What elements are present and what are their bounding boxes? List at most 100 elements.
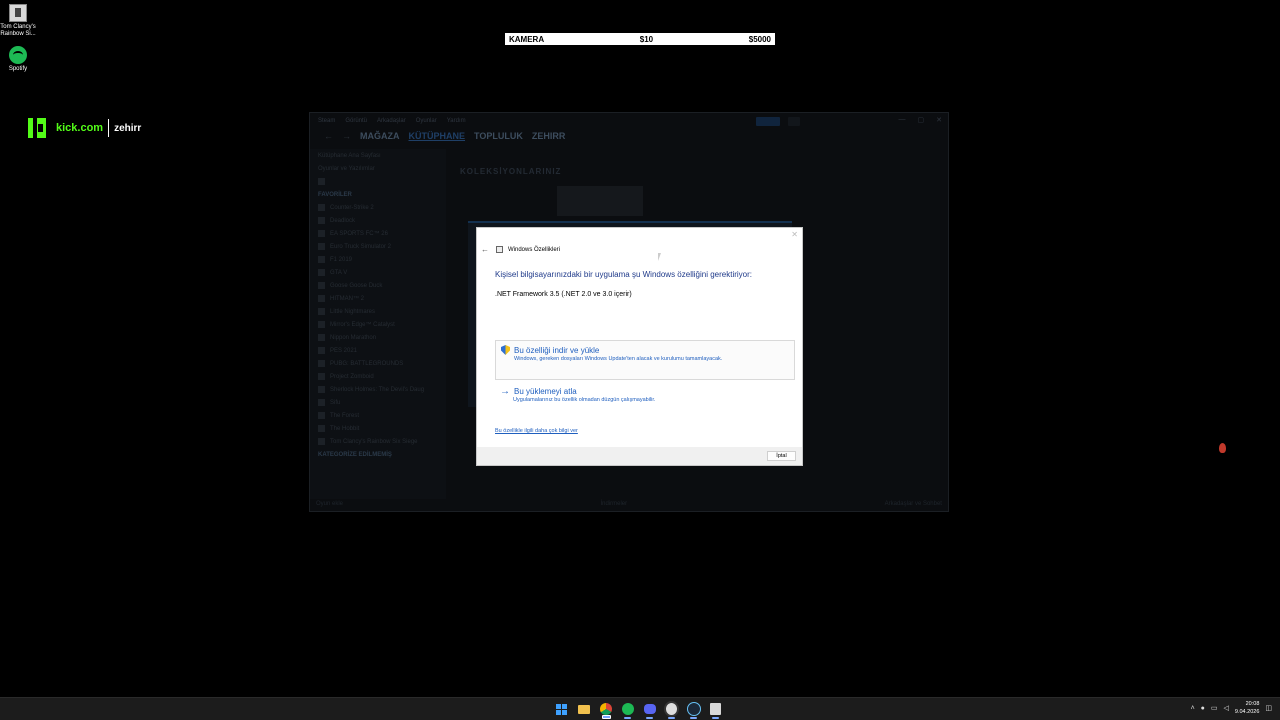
back-arrow-icon[interactable]: ← [324,131,333,141]
minimize-icon[interactable]: — [899,116,906,124]
library-search[interactable] [310,175,446,188]
library-game-item[interactable]: Goose Goose Duck [310,279,446,292]
steam-navbar: ← → MAĞAZA KÜTÜPHANE TOPLULUK ZEHIRR [310,128,948,144]
game-title: The Forest [330,412,360,419]
more-info-link[interactable]: Bu özellikle ilgili daha çok bilgi ver [495,428,578,434]
game-cover-image[interactable] [557,186,643,216]
desktop-shortcut-rainbow-six[interactable]: Tom Clancy's Rainbow Si... [0,4,38,38]
steam-icon[interactable] [686,701,701,719]
nav-store[interactable]: MAĞAZA [360,131,400,141]
steam-menu-item[interactable]: Yardım [447,118,466,124]
game-title: Little Nightmares [330,308,376,315]
close-icon[interactable]: ✕ [936,116,942,124]
game-title: PUBG: BATTLEGROUNDS [330,360,404,367]
taskbar-pinned-apps [554,701,723,719]
library-game-item[interactable]: Sherlock Holmes: The Devil's Daug [310,383,446,396]
notification-icon[interactable]: ◫ [1265,704,1272,712]
library-game-item[interactable]: HITMAN™ 2 [310,292,446,305]
rainbow-six-icon[interactable] [708,701,723,719]
library-game-item[interactable]: Euro Truck Simulator 2 [310,240,446,253]
collections-title: KOLEKSİYONLARINIZ [460,167,562,176]
clock-date: 9.04.2026 [1234,709,1260,715]
required-feature-name: .NET Framework 3.5 (.NET 2.0 ve 3.0 içer… [495,291,632,298]
obs-icon[interactable] [664,701,679,719]
downloads-button[interactable]: İndirmeler [600,501,627,507]
game-icon [318,386,325,393]
game-title: HITMAN™ 2 [330,295,365,302]
game-title: EA SPORTS FC™ 26 [330,230,388,237]
steam-library-sidebar: Kütüphane Ana Sayfası Oyunlar ve Yazılım… [310,149,446,499]
camera-price-low: $10 [639,34,654,44]
library-game-item[interactable]: Nippon Marathon [310,331,446,344]
library-game-item[interactable]: Tom Clancy's Rainbow Six Siege [310,435,446,448]
discord-icon[interactable] [642,701,657,719]
clock[interactable]: 20:08 9.04.2026 [1235,700,1259,716]
network-icon[interactable]: ▭ [1211,704,1218,712]
game-icon [318,438,325,445]
game-icon [318,269,325,276]
dialog-header: ← Windows Özellikleri [481,245,560,254]
taskbar: ˄ ● ▭ ◁ 20:08 9.04.2026 ◫ [0,697,1280,720]
steam-friends-button[interactable] [788,117,800,126]
steam-bottom-bar: Oyun ekle İndirmeler Arkadaşlar ve Sohbe… [310,497,948,511]
library-game-item[interactable]: PES 2021 [310,344,446,357]
steam-window-controls: — ▢ ✕ [899,116,943,124]
library-game-item[interactable]: Mirror's Edge™ Catalyst [310,318,446,331]
steam-menubar: Steam Görüntü Arkadaşlar Oyunlar Yardım [310,113,948,128]
add-game-button[interactable]: Oyun ekle [316,501,343,507]
friends-chat-button[interactable]: Arkadaşlar ve Sohbet [885,501,942,507]
desktop-shortcut-spotify[interactable]: Spotify [0,46,38,73]
steam-menu-item[interactable]: Arkadaşlar [377,118,406,124]
game-icon [318,425,325,432]
back-arrow-icon[interactable]: ← [481,245,489,254]
library-game-item[interactable]: GTA V [310,266,446,279]
chrome-icon[interactable] [598,701,613,719]
library-game-item[interactable]: Counter-Strike 2 [310,201,446,214]
skip-install-option[interactable]: → Bu yüklemeyi atla Uygulamalarınız bu ö… [495,383,795,407]
library-home-link[interactable]: Kütüphane Ana Sayfası [310,149,446,162]
library-game-item[interactable]: Project Zomboid [310,370,446,383]
system-tray: ˄ ● ▭ ◁ 20:08 9.04.2026 ◫ [1191,700,1272,716]
forward-arrow-icon[interactable]: → [342,131,351,141]
download-install-option[interactable]: Bu özelliği indir ve yükle Windows, gere… [495,340,795,380]
kick-divider [108,119,110,137]
library-game-item[interactable]: The Forest [310,409,446,422]
steam-notification-button[interactable] [756,117,780,126]
steam-menu-item[interactable]: Steam [318,118,335,124]
camera-price-row: KAMERA $10 $5000 [504,32,776,46]
library-game-item[interactable]: Deadlock [310,214,446,227]
uncategorized-header[interactable]: KATEGORİZE EDİLMEMİŞ [310,448,446,461]
chevron-up-icon[interactable]: ˄ [1191,705,1195,712]
game-icon [318,204,325,211]
clock-time: 20:08 [1245,701,1260,707]
camera-price-high: $5000 [748,34,771,44]
library-game-item[interactable]: Little Nightmares [310,305,446,318]
library-game-item[interactable]: EA SPORTS FC™ 26 [310,227,446,240]
game-icon [318,334,325,341]
library-game-item[interactable]: Sifu [310,396,446,409]
speaker-icon[interactable]: ◁ [1224,704,1229,712]
windows-features-icon [496,246,503,253]
file-explorer-icon[interactable] [576,701,591,717]
nav-library[interactable]: KÜTÜPHANE [409,131,466,141]
library-game-item[interactable]: PUBG: BATTLEGROUNDS [310,357,446,370]
option-title: Bu yüklemeyi atla [514,387,577,396]
library-game-item[interactable]: F1 2019 [310,253,446,266]
steam-menu-item[interactable]: Oyunlar [416,118,437,124]
start-button[interactable] [554,701,569,717]
microphone-icon[interactable]: ● [1201,705,1205,712]
maximize-icon[interactable]: ▢ [918,116,925,124]
spotify-icon[interactable] [620,701,635,719]
steam-menu-item[interactable]: Görüntü [345,118,367,124]
library-game-item[interactable]: The Hobbit [310,422,446,435]
nav-community[interactable]: TOPLULUK [474,131,523,141]
close-icon[interactable]: ✕ [791,230,798,239]
game-icon [318,412,325,419]
game-icon [318,282,325,289]
favorites-header[interactable]: FAVORİLER [310,188,446,201]
cancel-button[interactable]: İptal [767,451,796,461]
game-icon [318,360,325,367]
library-filter-dropdown[interactable]: Oyunlar ve Yazılımlar [310,162,446,175]
nav-profile[interactable]: ZEHIRR [532,131,566,141]
search-icon [318,178,325,185]
